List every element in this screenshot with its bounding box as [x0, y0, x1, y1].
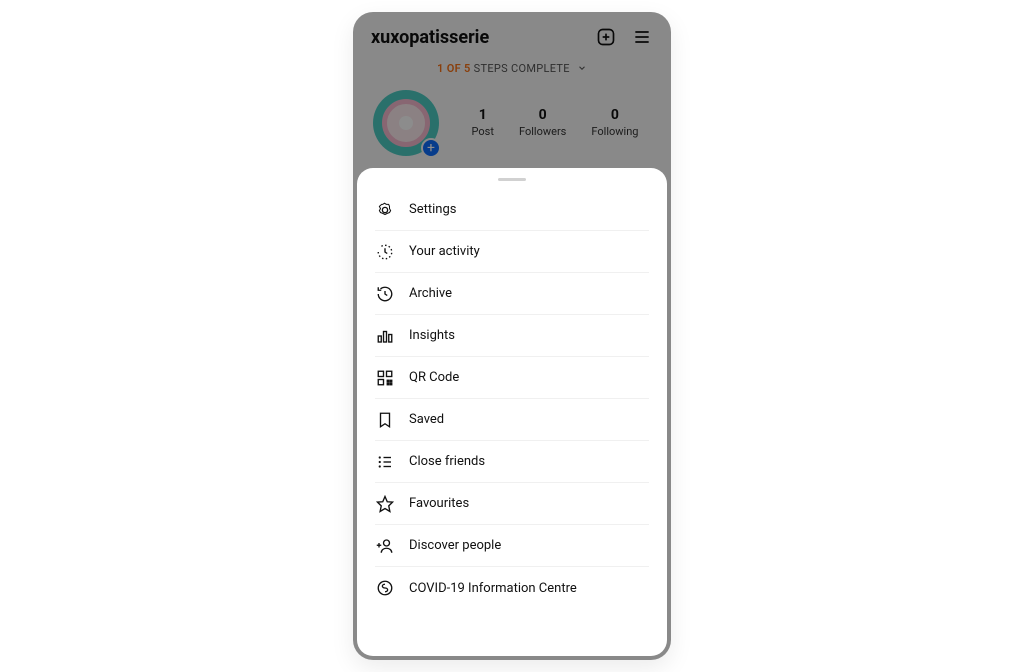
menu-item-close-friends[interactable]: Close friends: [375, 441, 649, 483]
menu-item-qrcode[interactable]: QR Code: [375, 357, 649, 399]
gear-icon: [375, 200, 395, 220]
qrcode-icon: [375, 368, 395, 388]
archive-icon: [375, 284, 395, 304]
close-friends-icon: [375, 452, 395, 472]
menu-label: Favourites: [409, 496, 469, 511]
menu-label: Settings: [409, 202, 456, 217]
menu-item-insights[interactable]: Insights: [375, 315, 649, 357]
discover-people-icon: [375, 536, 395, 556]
menu-label: Your activity: [409, 244, 480, 259]
menu-item-settings[interactable]: Settings: [375, 189, 649, 231]
menu-label: Archive: [409, 286, 452, 301]
bottom-sheet-menu: Settings Your activity: [357, 168, 667, 656]
phone-frame: xuxopatisserie: [353, 12, 671, 660]
menu-label: Insights: [409, 328, 455, 343]
menu-label: COVID-19 Information Centre: [409, 581, 577, 596]
star-icon: [375, 494, 395, 514]
menu-label: Close friends: [409, 454, 485, 469]
sheet-grabber[interactable]: [498, 178, 526, 181]
menu-item-your-activity[interactable]: Your activity: [375, 231, 649, 273]
menu-list: Settings Your activity: [357, 189, 667, 609]
insights-icon: [375, 326, 395, 346]
menu-label: QR Code: [409, 370, 459, 385]
covid-info-icon: [375, 578, 395, 598]
menu-item-discover-people[interactable]: Discover people: [375, 525, 649, 567]
bookmark-icon: [375, 410, 395, 430]
activity-icon: [375, 242, 395, 262]
menu-item-archive[interactable]: Archive: [375, 273, 649, 315]
menu-label: Discover people: [409, 538, 501, 553]
menu-item-covid-info[interactable]: COVID-19 Information Centre: [375, 567, 649, 609]
menu-label: Saved: [409, 412, 444, 427]
menu-item-favourites[interactable]: Favourites: [375, 483, 649, 525]
menu-item-saved[interactable]: Saved: [375, 399, 649, 441]
